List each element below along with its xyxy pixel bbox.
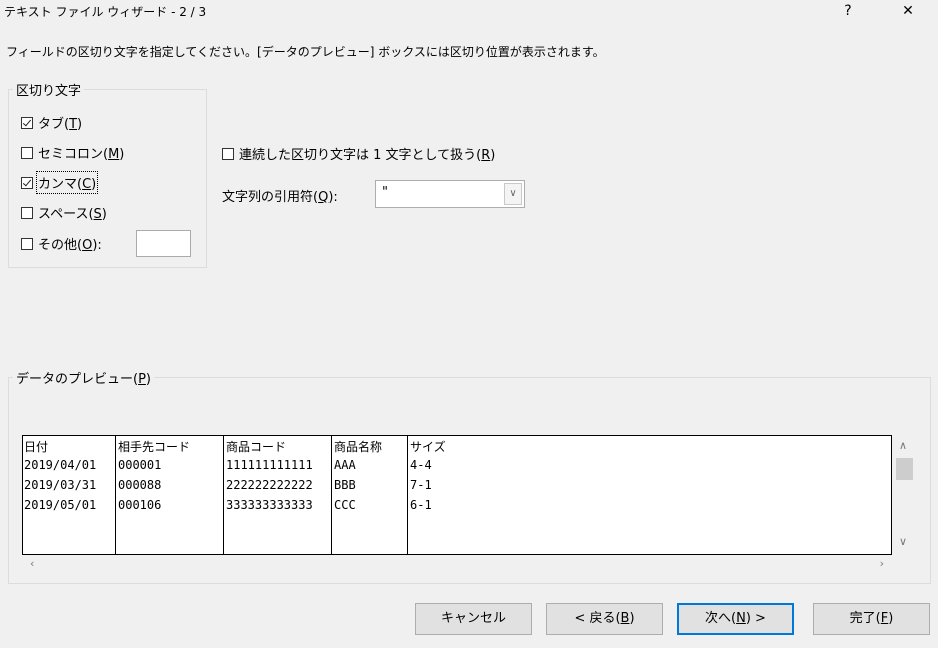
checkbox-icon (21, 146, 33, 159)
checkbox-icon (21, 237, 33, 250)
checkbox-icon (21, 206, 33, 219)
preview-cell: CCC (334, 498, 356, 512)
preview-cell: 7-1 (410, 478, 432, 492)
cancel-button[interactable]: キャンセル (415, 603, 532, 635)
scroll-up-icon[interactable]: ∧ (899, 439, 907, 452)
space-label: スペース(S) (38, 207, 107, 222)
finish-button[interactable]: 完了(F) (813, 603, 930, 635)
other-delimiter-input[interactable] (136, 230, 191, 257)
comma-checkbox[interactable]: カンマ(C) (21, 171, 99, 194)
preview-cell: 4-4 (410, 458, 432, 472)
preview-horizontal-scrollbar[interactable]: ‹ › (22, 555, 892, 575)
text-qualifier-label: 文字列の引用符(Q): (222, 190, 338, 205)
scroll-down-icon[interactable]: ∨ (899, 535, 907, 548)
other-label: その他(O): (38, 238, 102, 253)
text-qualifier-value: " (382, 185, 388, 200)
tab-label: タブ(T) (38, 117, 83, 132)
close-button[interactable]: ✕ (888, 0, 928, 22)
back-button[interactable]: < 戻る(B) (546, 603, 663, 635)
preview-cell: 222222222222 (226, 478, 313, 492)
preview-cell: 111111111111 (226, 458, 313, 472)
preview-cell: AAA (334, 458, 356, 472)
consecutive-delimiters-checkbox[interactable]: 連続した区切り文字は 1 文字として扱う(R) (222, 144, 495, 163)
instruction-text: フィールドの区切り文字を指定してください。[データのプレビュー] ボックスには区… (6, 45, 605, 59)
chevron-down-icon[interactable]: ∨ (504, 183, 522, 205)
consecutive-delimiters-label: 連続した区切り文字は 1 文字として扱う(R) (239, 148, 496, 163)
preview-cell: 2019/04/01 (24, 458, 97, 472)
preview-cell: 2019/05/01 (24, 498, 97, 512)
semicolon-checkbox[interactable]: セミコロン(M) (21, 143, 124, 162)
space-checkbox[interactable]: スペース(S) (21, 203, 107, 222)
preview-cell: 000106 (118, 498, 162, 512)
checkbox-icon (21, 116, 33, 129)
preview-cell: 000001 (118, 458, 162, 472)
other-checkbox[interactable]: その他(O): (21, 234, 102, 253)
window-title: テキスト ファイル ウィザード - 2 / 3 (4, 5, 207, 19)
preview-cell: 000088 (118, 478, 162, 492)
semicolon-label: セミコロン(M) (38, 147, 125, 162)
text-qualifier-select[interactable]: " ∨ (375, 180, 525, 208)
preview-header: 商品名称 (334, 440, 383, 454)
delimiter-group-legend: 区切り文字 (16, 84, 82, 99)
preview-group-legend: データのプレビュー(P) (16, 372, 151, 387)
scroll-thumb[interactable] (896, 458, 913, 480)
next-button[interactable]: 次へ(N) > (677, 603, 794, 635)
scroll-left-icon[interactable]: ‹ (30, 557, 34, 570)
preview-header: 相手先コード (118, 440, 191, 454)
preview-cell: 6-1 (410, 498, 432, 512)
preview-cell: 2019/03/31 (24, 478, 97, 492)
tab-checkbox[interactable]: タブ(T) (21, 113, 82, 132)
preview-header: サイズ (410, 440, 446, 454)
comma-label: カンマ(C) (35, 171, 99, 194)
preview-cell: BBB (334, 478, 356, 492)
preview-vertical-scrollbar[interactable]: ∧ ∨ (893, 435, 915, 555)
checkbox-icon (21, 176, 33, 189)
preview-header: 商品コード (226, 440, 287, 454)
help-button[interactable]: ? (828, 0, 868, 22)
preview-cell: 333333333333 (226, 498, 313, 512)
data-preview[interactable]: 日付 相手先コード 商品コード 商品名称 サイズ 2019/04/01 0000… (22, 435, 892, 555)
scroll-right-icon[interactable]: › (880, 557, 884, 570)
preview-header: 日付 (24, 440, 49, 454)
checkbox-icon (222, 147, 234, 160)
